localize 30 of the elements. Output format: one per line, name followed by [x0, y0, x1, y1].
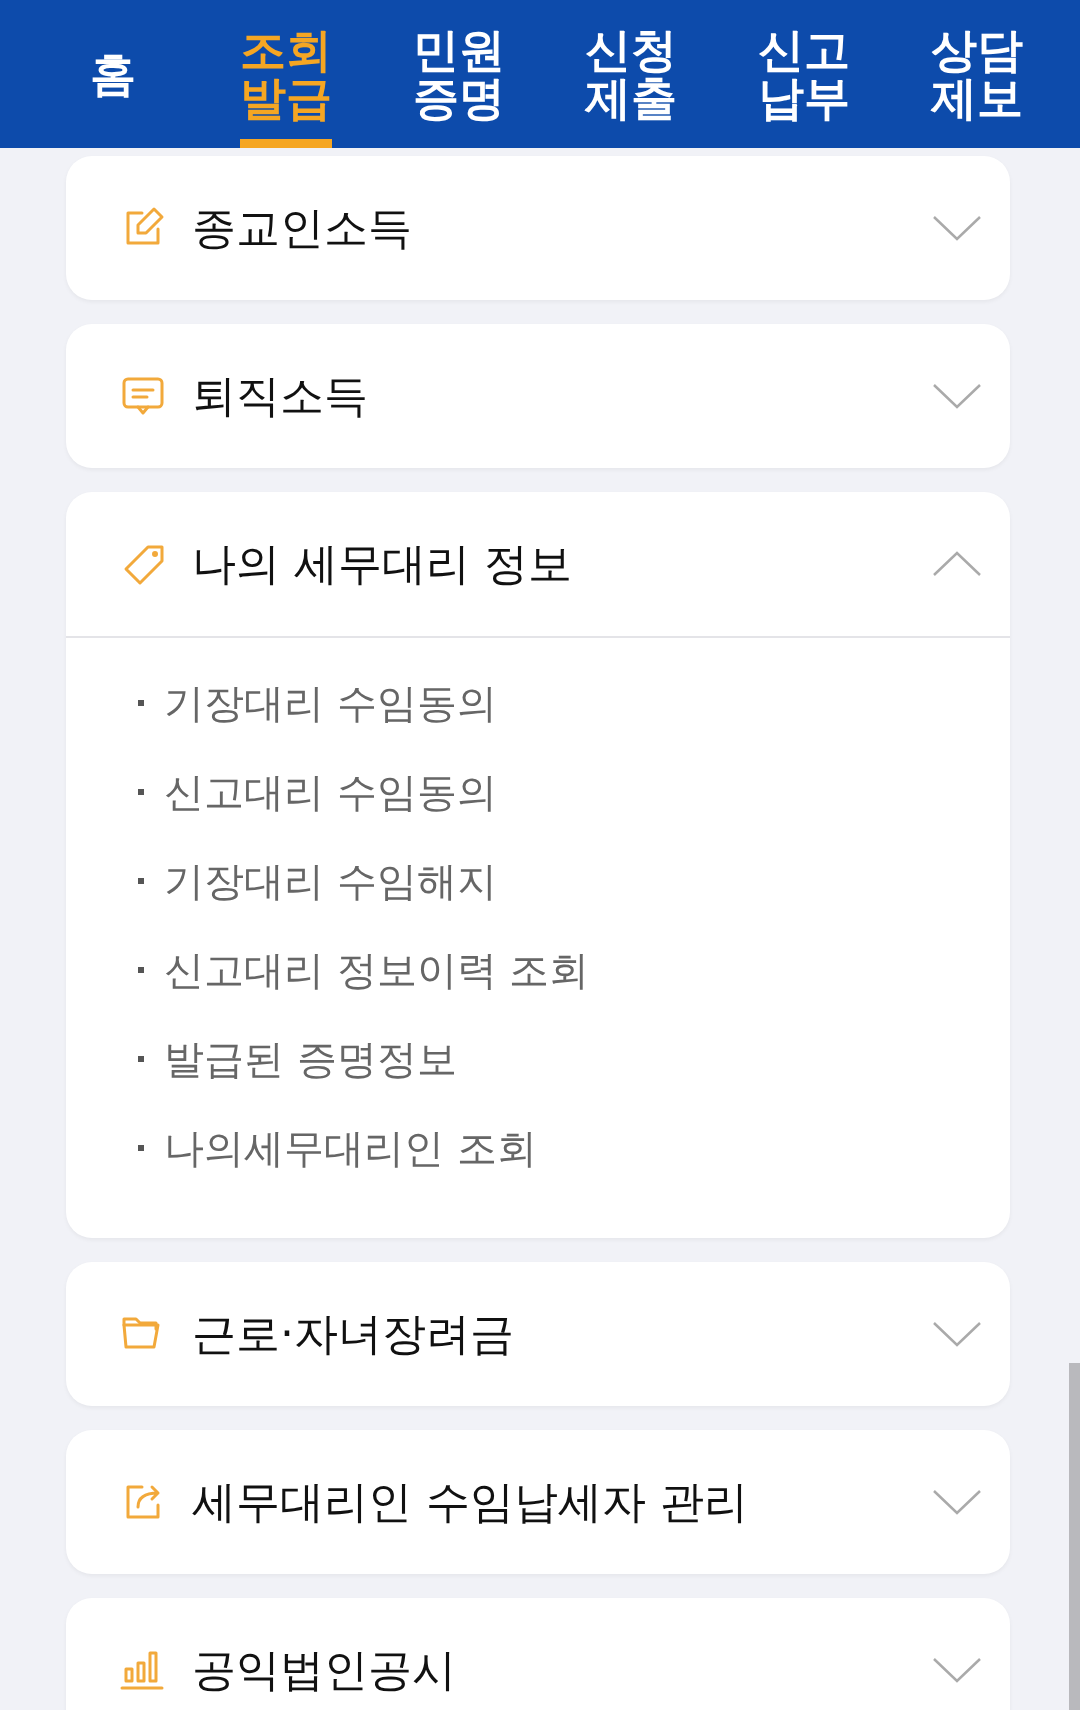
submenu-link[interactable]: 기장대리 수임동의	[164, 672, 497, 733]
submenu-link[interactable]: 기장대리 수임해지	[164, 850, 497, 911]
submenu-link[interactable]: 발급된 증명정보	[164, 1028, 457, 1089]
bullet-icon	[138, 877, 144, 884]
bullet-icon	[138, 966, 144, 973]
bullet-icon	[138, 699, 144, 706]
submenu-link[interactable]: 신고대리 정보이력 조회	[164, 939, 590, 1000]
submenu-link[interactable]: 나의세무대리인 조회	[164, 1117, 537, 1178]
nav-tab[interactable]: 홈	[60, 0, 166, 148]
chevron-down-icon	[932, 383, 982, 409]
submenu-link[interactable]: 신고대리 수임동의	[164, 761, 497, 822]
accordion-header[interactable]: 종교인소득	[66, 156, 1010, 300]
accordion-header[interactable]: 공익법인공시	[66, 1598, 1010, 1710]
bullet-icon	[138, 788, 144, 795]
nav-tab[interactable]: 신고 납부	[751, 0, 858, 148]
nav-tab[interactable]: 조회 발급	[232, 0, 339, 148]
chevron-down-icon	[932, 1657, 982, 1683]
chevron-down-icon	[932, 215, 982, 241]
accordion-header[interactable]: 세무대리인 수임납세자 관리	[66, 1430, 1010, 1574]
bullet-icon	[138, 1144, 144, 1151]
nav-tab[interactable]: 상담 제보	[924, 0, 1030, 148]
chevron-down-icon	[932, 1489, 982, 1515]
nav-tab[interactable]: 신청 제출	[578, 0, 685, 148]
accordion-header[interactable]: 근로·자녀장려금	[66, 1262, 1010, 1406]
bullet-icon	[138, 1055, 144, 1062]
chevron-up-icon	[932, 551, 982, 577]
accordion-header[interactable]: 나의 세무대리 정보	[66, 492, 1010, 636]
nav-tab[interactable]: 민원 증명	[405, 0, 512, 148]
accordion-header[interactable]: 퇴직소득	[66, 324, 1010, 468]
chevron-down-icon	[932, 1321, 982, 1347]
